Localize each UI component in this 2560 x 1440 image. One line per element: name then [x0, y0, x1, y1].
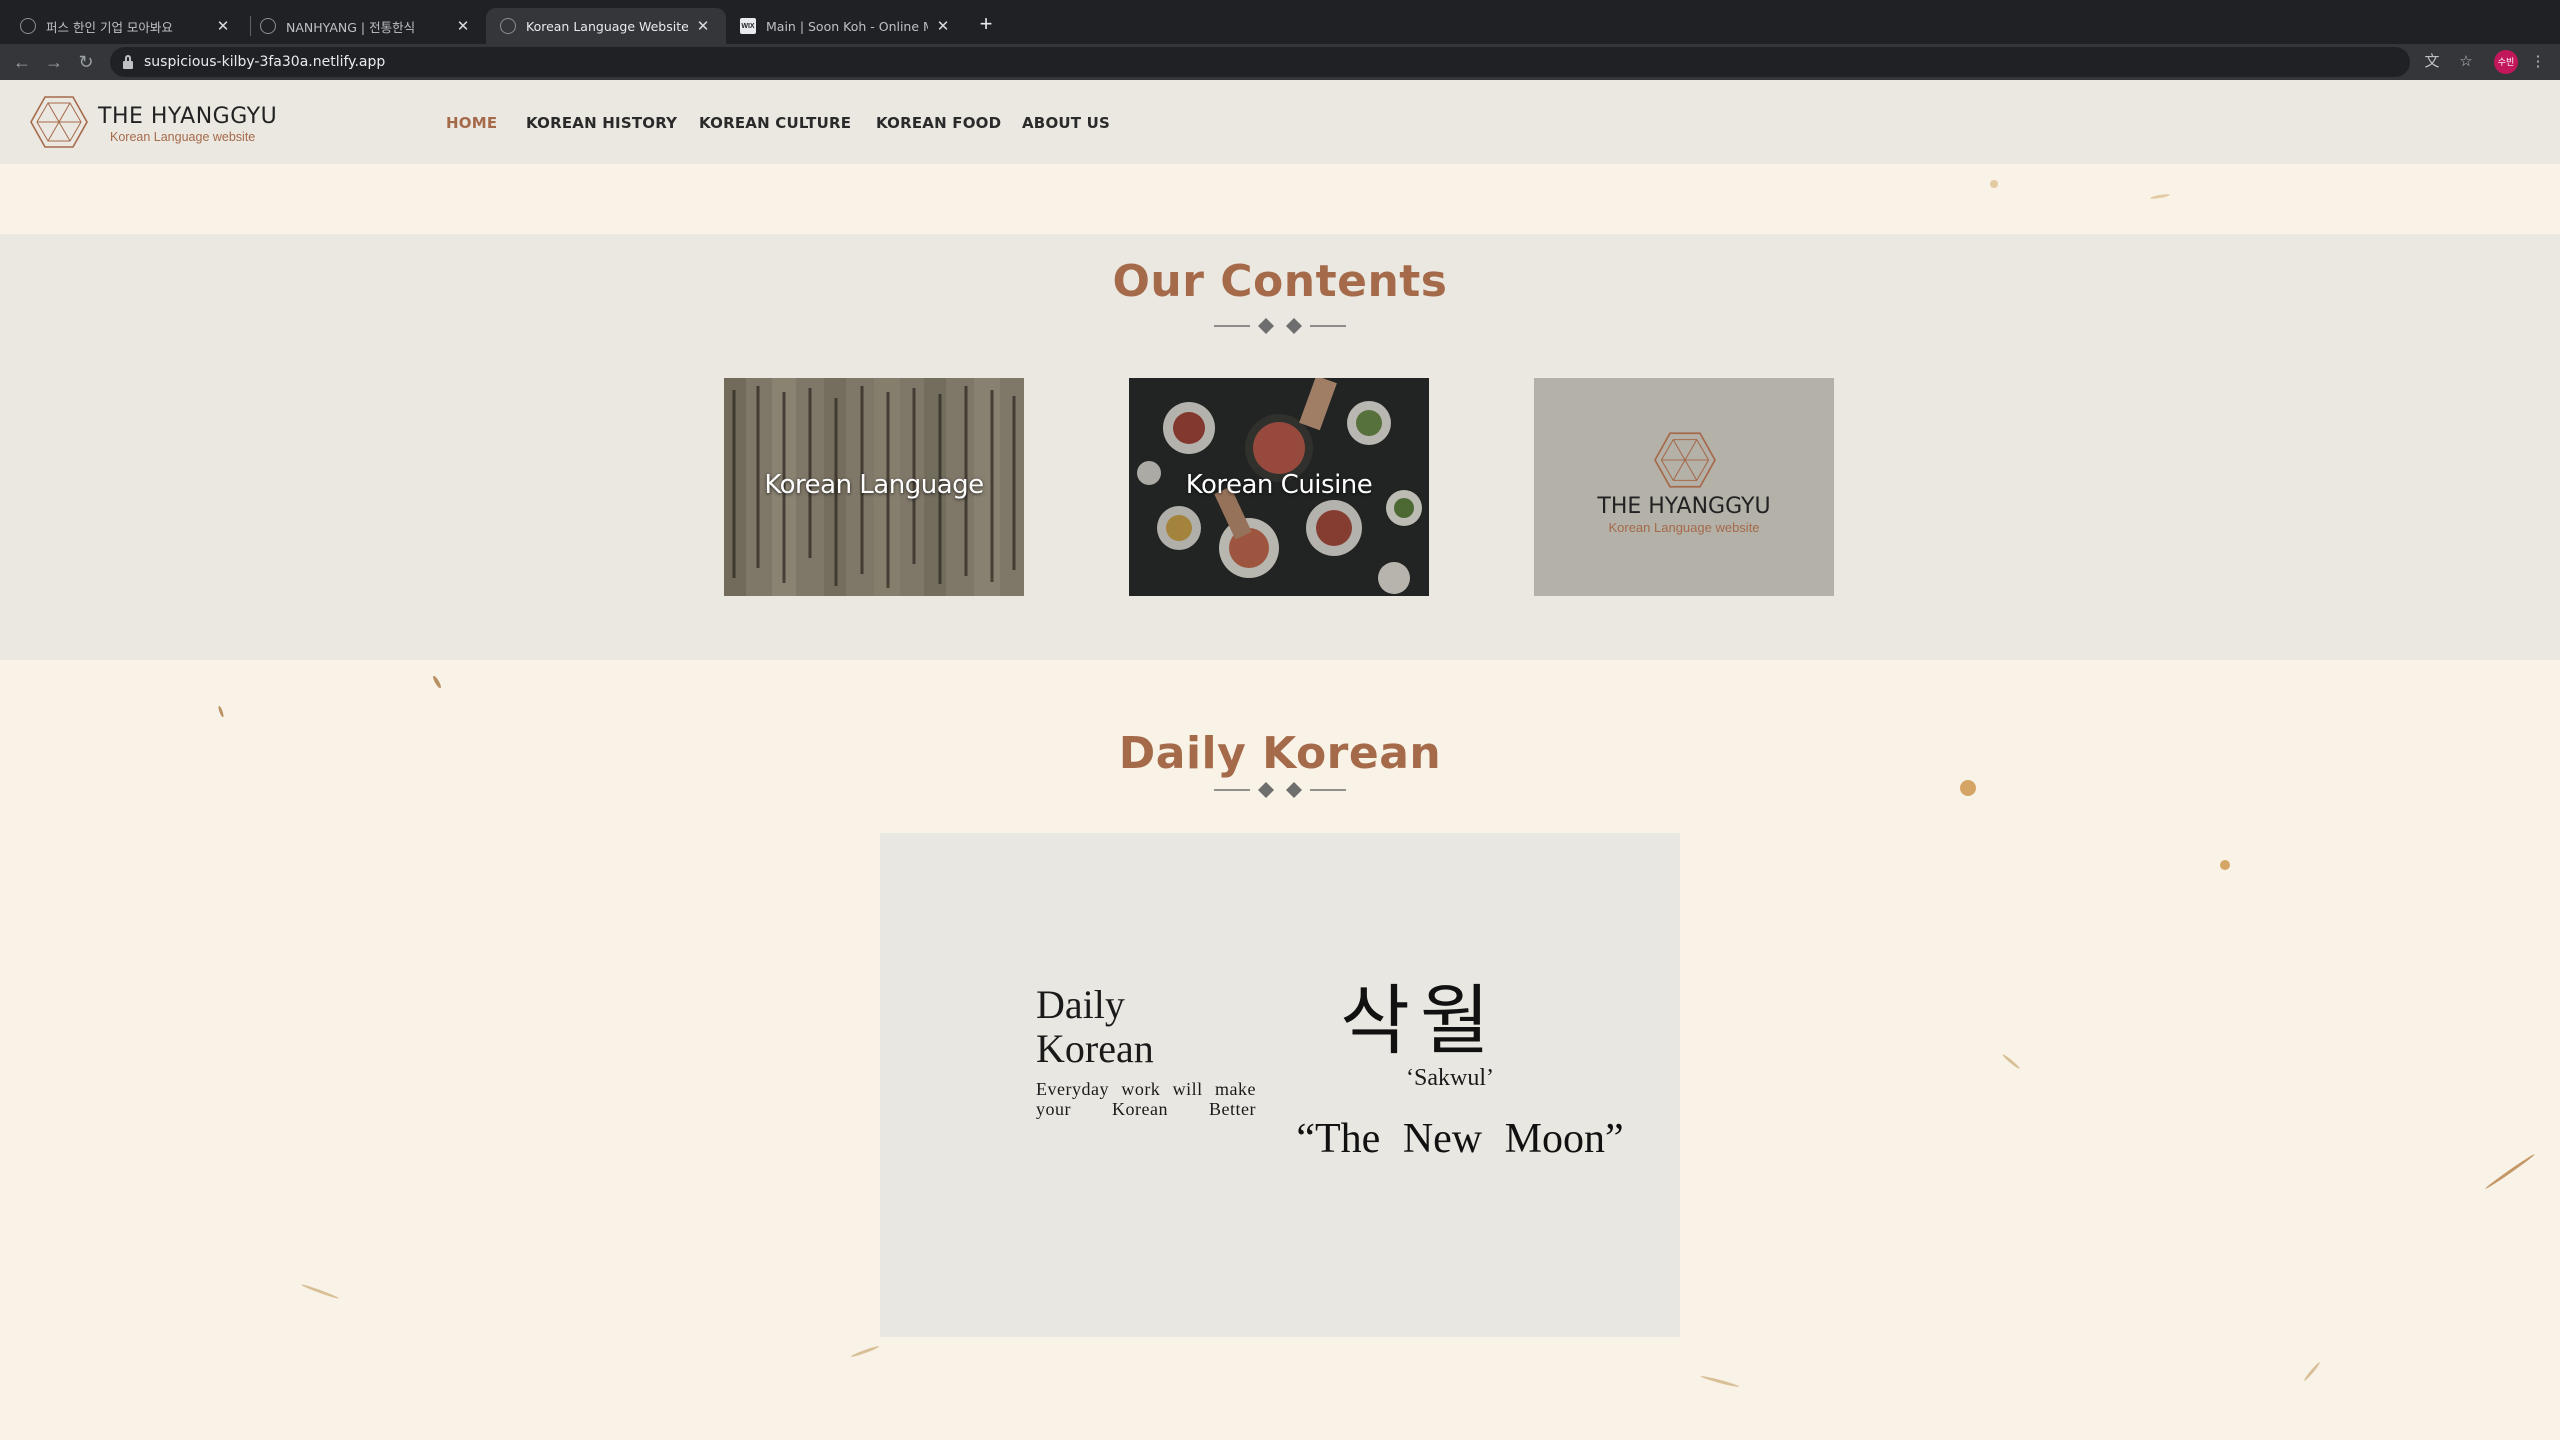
tab-title: NANHYANG | 전통한식 [286, 19, 416, 35]
card-label: Korean Cuisine [1185, 470, 1373, 500]
profile-avatar[interactable]: 수빈 [2494, 50, 2518, 74]
daily-card-heading-line: Daily [1036, 982, 1125, 1027]
tab-title: 퍼스 한인 기업 모아봐요 [46, 19, 173, 35]
paper-fiber [1960, 780, 1976, 796]
paper-fiber [300, 1283, 340, 1300]
logo-subtitle: Korean Language website [110, 130, 256, 144]
translate-icon[interactable]: 文 [2418, 48, 2446, 76]
paper-fiber [217, 705, 225, 718]
paper-fiber [431, 674, 443, 690]
korean-cuisine-card[interactable]: Korean Cuisine [1129, 378, 1429, 596]
daily-card-heading-line: Korean [1036, 1026, 1154, 1071]
daily-card-description: Everyday work will make your Korean Bett… [1036, 1079, 1256, 1119]
forward-arrow-icon[interactable]: → [40, 48, 68, 76]
paper-fiber [2303, 1361, 2321, 1382]
new-tab-button[interactable]: + [974, 12, 998, 36]
daily-romanization: ‘Sakwul’ [1406, 1065, 1494, 1091]
globe-icon [500, 18, 516, 34]
daily-meaning: “The New Moon” [1296, 1116, 1624, 1162]
daily-card-heading: Daily Korean [1036, 983, 1154, 1071]
about-logo-card[interactable]: THE HYANGGYU Korean Language website [1534, 378, 1834, 596]
globe-icon [20, 18, 36, 34]
tab-title: Korean Language Website [526, 18, 688, 34]
star-icon[interactable]: ☆ [2452, 48, 2480, 76]
paper-fiber [1700, 1374, 1740, 1389]
daily-korean-card: Daily Korean Everyday work will make you… [880, 833, 1680, 1337]
paper-fiber [2484, 1153, 2536, 1190]
page-viewport: THE HYANGGYU Korean Language website HOM… [0, 80, 2560, 1440]
lock-icon [122, 55, 134, 69]
nav-korean-food[interactable]: KOREAN FOOD [876, 114, 1001, 132]
nav-home[interactable]: HOME [446, 114, 497, 132]
wix-icon: WIX [740, 18, 756, 34]
close-icon[interactable]: ✕ [934, 17, 952, 35]
browser-tab[interactable]: WIX Main | Soon Koh - Online Mark ✕ [726, 8, 966, 44]
browser-tab[interactable]: 퍼스 한인 기업 모아봐요 ✕ [6, 8, 246, 44]
reload-icon[interactable]: ↻ [72, 48, 100, 76]
browser-toolbar: ← → ↻ suspicious-kilby-3fa30a.netlify.ap… [0, 44, 2560, 80]
more-menu-icon[interactable]: ⋮ [2524, 48, 2552, 76]
nav-korean-history[interactable]: KOREAN HISTORY [526, 114, 677, 132]
browser-tab[interactable]: NANHYANG | 전통한식 ✕ [246, 8, 486, 44]
korean-language-card[interactable]: Korean Language [724, 378, 1024, 596]
close-icon[interactable]: ✕ [214, 17, 232, 35]
paper-fiber [2149, 193, 2171, 200]
daily-title: Daily Korean [1118, 728, 1442, 779]
nav-korean-culture[interactable]: KOREAN CULTURE [699, 114, 851, 132]
close-icon[interactable]: ✕ [694, 17, 712, 35]
nav-about-us[interactable]: ABOUT US [1022, 114, 1110, 132]
hexagon-logo-icon[interactable] [30, 94, 88, 150]
browser-tab-active[interactable]: Korean Language Website ✕ [486, 8, 726, 44]
contents-title: Our Contents [1112, 256, 1448, 307]
browser-tabstrip: 퍼스 한인 기업 모아봐요 ✕ NANHYANG | 전통한식 ✕ Korean… [0, 0, 2560, 44]
paper-fiber [2001, 1053, 2021, 1070]
site-header: THE HYANGGYU Korean Language website HOM… [0, 80, 2560, 164]
card-logo-subtitle: Korean Language website [1608, 520, 1760, 535]
diamond-divider-icon [1214, 782, 1346, 798]
daily-word: 삭월 [1340, 976, 1500, 1065]
paper-fiber [2220, 860, 2230, 870]
globe-icon [260, 18, 276, 34]
close-icon[interactable]: ✕ [454, 17, 472, 35]
address-bar[interactable]: suspicious-kilby-3fa30a.netlify.app [110, 47, 2410, 77]
card-logo-title: THE HYANGGYU [1597, 494, 1771, 519]
url-text[interactable]: suspicious-kilby-3fa30a.netlify.app [144, 54, 385, 70]
tab-title: Main | Soon Koh - Online Mark [766, 18, 928, 34]
paper-fiber [1990, 180, 1998, 188]
card-label: Korean Language [764, 470, 984, 500]
paper-fiber [850, 1344, 880, 1359]
logo-title[interactable]: THE HYANGGYU [98, 104, 277, 129]
diamond-divider-icon [1214, 318, 1346, 334]
hexagon-logo-icon [1654, 432, 1716, 488]
back-arrow-icon[interactable]: ← [8, 48, 36, 76]
